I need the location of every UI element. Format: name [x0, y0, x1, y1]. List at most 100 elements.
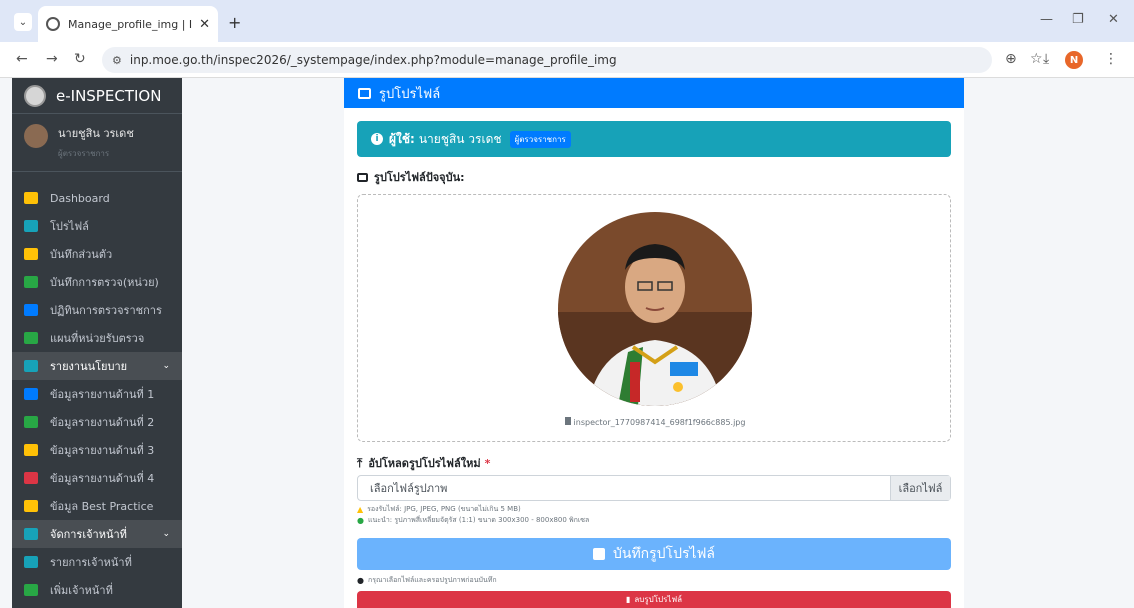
users-cog-icon: [24, 528, 38, 540]
browser-tab-bar: ⌄ Manage_profile_img | Inspector ✕ + — ❐…: [0, 0, 1134, 42]
user-icon: [24, 220, 38, 232]
list-icon: [24, 556, 38, 568]
profile-file-input[interactable]: เลือกไฟล์รูปภาพ เลือกไฟล์: [357, 475, 951, 501]
brand-text: e-INSPECTION: [56, 86, 162, 105]
user-name: นายชูสิน วรเดช: [58, 127, 134, 140]
alert-label: ผู้ใช้:: [389, 131, 415, 146]
sidebar: e-INSPECTION นายชูสิน วรเดช ผู้ตรวจราชกา…: [12, 78, 182, 608]
file-input-placeholder[interactable]: เลือกไฟล์รูปภาพ: [358, 476, 890, 500]
sidebar-item-2[interactable]: บันทึกส่วนตัว: [12, 240, 182, 268]
card-title: รูปโปรไฟล์: [379, 86, 441, 102]
sidebar-item-5[interactable]: แผนที่หน่วยรับตรวจ: [12, 324, 182, 352]
lightbulb-icon: ●: [357, 516, 364, 525]
format-hint: ▲ รองรับไฟล์: JPG, JPEG, PNG (ขนาดไม่เกิ…: [357, 504, 521, 515]
image-icon: [357, 172, 368, 182]
sidebar-item-label: โปรไฟล์: [50, 220, 89, 233]
close-window-button[interactable]: ✕: [1108, 12, 1119, 27]
save-hint: ● กรุณาเลือกไฟล์และครอปรูปภาพก่อนบันทึก: [357, 575, 497, 586]
role-badge: ผู้ตรวจราชการ: [509, 130, 571, 148]
sidebar-item-label: เพิ่มเจ้าหน้าที่: [50, 584, 113, 597]
user-info-alert: i ผู้ใช้: นายชูสิน วรเดช ผู้ตรวจราชการ: [357, 121, 951, 157]
reload-button[interactable]: ↻: [74, 51, 86, 67]
sidebar-item-label: รายงานนโยบาย: [50, 360, 128, 373]
globe-icon: [46, 17, 60, 31]
format-hint-text: รองรับไฟล์: JPG, JPEG, PNG (ขนาดไม่เกิน …: [367, 505, 521, 513]
current-photo-preview: inspector_1770987414_698f1f966c885.jpg: [357, 194, 951, 442]
minimize-button[interactable]: —: [1040, 12, 1053, 27]
sidebar-item-11[interactable]: ข้อมูล Best Practice: [12, 492, 182, 520]
info-icon: i: [371, 133, 383, 145]
sidebar-item-label: บันทึกส่วนตัว: [50, 248, 113, 261]
download-icon[interactable]: ⤓: [1043, 51, 1049, 67]
recommend-hint-text: แนะนำ: รูปภาพสี่เหลี่ยมจัตุรัส (1:1) ขนา…: [367, 516, 590, 524]
card-header: รูปโปรไฟล์: [344, 78, 964, 108]
upload-label-text: อัปโหลดรูปโปรไฟล์ใหม่: [368, 457, 481, 470]
save-button-label: บันทึกรูปโปรไฟล์: [612, 546, 716, 562]
sidebar-item-10[interactable]: ข้อมูลรายงานด้านที่ 4: [12, 464, 182, 492]
user-panel[interactable]: นายชูสิน วรเดช ผู้ตรวจราชการ: [12, 114, 182, 172]
save-icon: [592, 548, 605, 560]
sidebar-item-7[interactable]: ข้อมูลรายงานด้านที่ 1: [12, 380, 182, 408]
save-profile-button[interactable]: บันทึกรูปโปรไฟล์: [357, 538, 951, 570]
zoom-icon[interactable]: ⊕: [1005, 51, 1017, 67]
sidebar-item-0[interactable]: Dashboard: [12, 184, 182, 212]
sidebar-item-13[interactable]: รายการเจ้าหน้าที่: [12, 548, 182, 576]
save-hint-text: กรุณาเลือกไฟล์และครอปรูปภาพก่อนบันทึก: [367, 576, 497, 584]
sidebar-item-9[interactable]: ข้อมูลรายงานด้านที่ 3: [12, 436, 182, 464]
sidebar-item-label: ข้อมูลรายงานด้านที่ 2: [50, 416, 155, 429]
sidebar-menu: Dashboard โปรไฟล์บันทึกส่วนตัวบันทึกการตร…: [12, 184, 182, 604]
alert-user-name: นายชูสิน วรเดช: [418, 131, 502, 146]
dashboard-icon: [24, 192, 38, 204]
image-icon: [358, 87, 371, 99]
report-icon: [24, 360, 38, 372]
browse-file-button[interactable]: เลือกไฟล์: [890, 476, 950, 500]
sidebar-item-14[interactable]: เพิ่มเจ้าหน้าที่: [12, 576, 182, 604]
close-tab-icon[interactable]: ✕: [199, 17, 210, 32]
tab-title: Manage_profile_img | Inspector: [68, 17, 193, 31]
file-icon: [24, 444, 38, 456]
chevron-down-icon: ⌄: [162, 529, 170, 539]
sidebar-item-6[interactable]: รายงานนโยบาย ⌄: [12, 352, 182, 380]
sidebar-item-1[interactable]: โปรไฟล์: [12, 212, 182, 240]
url-input[interactable]: ⚙ inp.moe.go.th/inspec2026/_systempage/i…: [102, 47, 992, 73]
delete-profile-button[interactable]: ▮ ลบรูปโปรไฟล์: [357, 591, 951, 608]
forward-button[interactable]: →: [46, 51, 58, 67]
profile-photo: [558, 212, 752, 406]
sidebar-item-8[interactable]: ข้อมูลรายงานด้านที่ 2: [12, 408, 182, 436]
sidebar-item-label: ข้อมูลรายงานด้านที่ 1: [50, 388, 155, 401]
browser-tab[interactable]: Manage_profile_img | Inspector ✕: [38, 6, 218, 42]
current-filename-text: inspector_1770987414_698f1f966c885.jpg: [573, 418, 746, 427]
sidebar-item-label: แผนที่หน่วยรับตรวจ: [50, 332, 145, 345]
sidebar-item-3[interactable]: บันทึกการตรวจ(หน่วย): [12, 268, 182, 296]
file-icon: [24, 416, 38, 428]
profile-avatar[interactable]: N: [1065, 51, 1083, 69]
sidebar-item-label: ข้อมูล Best Practice: [50, 500, 154, 513]
info-icon: ●: [357, 576, 364, 585]
chevron-down-icon: ⌄: [162, 361, 170, 371]
menu-kebab-icon[interactable]: ⋮: [1104, 51, 1118, 67]
sidebar-item-4[interactable]: ปฏิทินการตรวจราชการ: [12, 296, 182, 324]
current-photo-label-text: รูปโปรไฟล์ปัจจุบัน:: [374, 171, 465, 184]
file-icon: [24, 472, 38, 484]
tab-search-button[interactable]: ⌄: [14, 13, 32, 31]
sidebar-item-label: ข้อมูลรายงานด้านที่ 3: [50, 444, 155, 457]
sidebar-item-label: จัดการเจ้าหน้าที่: [50, 528, 127, 541]
sitemap-icon: [24, 276, 38, 288]
user-plus-icon: [24, 584, 38, 596]
address-bar-row: ← → ↻ ⚙ inp.moe.go.th/inspec2026/_system…: [0, 42, 1134, 78]
warning-icon: ▲: [357, 505, 364, 514]
note-icon: [24, 248, 38, 260]
bookmark-star-icon[interactable]: ☆: [1030, 51, 1043, 67]
card-body: i ผู้ใช้: นายชูสิน วรเดช ผู้ตรวจราชการ ร…: [344, 108, 964, 608]
site-info-icon[interactable]: ⚙: [112, 54, 122, 67]
recommend-hint: ● แนะนำ: รูปภาพสี่เหลี่ยมจัตุรัส (1:1) ข…: [357, 515, 589, 526]
calendar-icon: [24, 304, 38, 316]
back-button[interactable]: ←: [16, 51, 28, 67]
required-mark: *: [484, 456, 491, 470]
new-tab-button[interactable]: +: [228, 13, 241, 32]
sidebar-item-12[interactable]: จัดการเจ้าหน้าที่ ⌄: [12, 520, 182, 548]
user-avatar: [24, 124, 48, 148]
delete-button-label: ลบรูปโปรไฟล์: [634, 595, 683, 604]
restore-button[interactable]: ❐: [1072, 12, 1084, 27]
brand-link[interactable]: e-INSPECTION: [12, 78, 182, 114]
